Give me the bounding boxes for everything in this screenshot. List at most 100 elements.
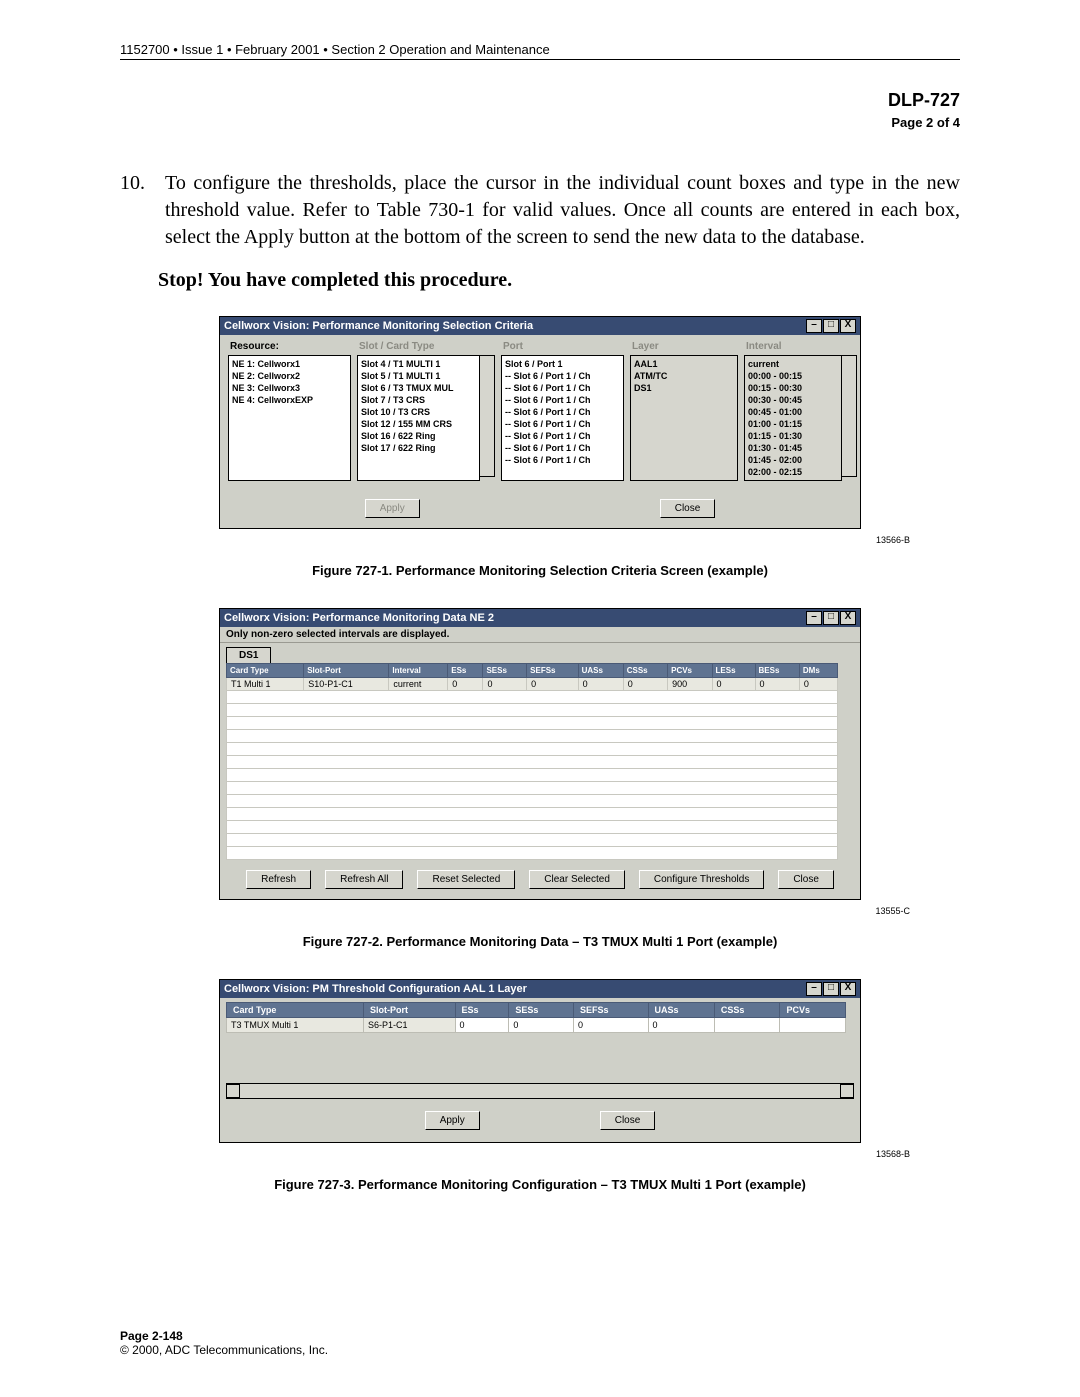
list-item[interactable]: -- Slot 6 / Port 1 / Ch [505, 382, 620, 394]
list-item[interactable]: ATM/TC [634, 370, 734, 382]
list-item[interactable]: AAL1 [634, 358, 734, 370]
minimize-icon[interactable]: – [806, 319, 822, 333]
maximize-icon[interactable]: □ [823, 319, 839, 333]
list-item[interactable]: Slot 16 / 622 Ring [361, 430, 476, 442]
close-button[interactable]: Close [660, 499, 716, 518]
stop-text: Stop! You have completed this procedure. [158, 269, 960, 292]
interval-label: Interval [744, 341, 857, 355]
table-row[interactable]: T1 Multi 1S10-P1-C1current 000 00900 000 [227, 678, 838, 691]
close-icon[interactable]: X [840, 611, 856, 625]
list-item[interactable]: Slot 7 / T3 CRS [361, 394, 476, 406]
close-button[interactable]: Close [778, 870, 834, 889]
minimize-icon[interactable]: – [806, 982, 822, 996]
slot-label: Slot / Card Type [357, 341, 495, 355]
list-item[interactable]: -- Slot 6 / Port 1 / Ch [505, 454, 620, 466]
pm-data-table: Card Type Slot-Port Interval ESs SESs SE… [226, 663, 838, 860]
table-row [227, 743, 838, 756]
table-row [227, 795, 838, 808]
col-header: SESs [483, 664, 527, 678]
refresh-all-button[interactable]: Refresh All [325, 870, 403, 889]
h-scrollbar[interactable] [226, 1083, 854, 1099]
clear-selected-button[interactable]: Clear Selected [529, 870, 625, 889]
figure-id: 13555-C [120, 906, 910, 916]
configure-thresholds-button[interactable]: Configure Thresholds [639, 870, 764, 889]
close-button[interactable]: Close [600, 1111, 656, 1130]
col-header: Card Type [227, 1003, 364, 1018]
list-item[interactable]: current [748, 358, 838, 370]
col-header: SEFSs [527, 664, 578, 678]
list-item[interactable]: Slot 5 / T1 MULTI 1 [361, 370, 476, 382]
list-item[interactable]: 01:00 - 01:15 [748, 418, 838, 430]
port-label: Port [501, 341, 624, 355]
list-item[interactable]: 00:00 - 00:15 [748, 370, 838, 382]
interval-list[interactable]: current 00:00 - 00:15 00:15 - 00:30 00:3… [744, 355, 842, 481]
figure-caption: Figure 727-3. Performance Monitoring Con… [120, 1177, 960, 1192]
list-item[interactable]: 02:00 - 02:15 [748, 466, 838, 478]
table-row [227, 717, 838, 730]
list-item[interactable]: NE 4: CellworxEXP [232, 394, 347, 406]
page-indicator: Page 2 of 4 [120, 115, 960, 130]
apply-button[interactable]: Apply [425, 1111, 480, 1130]
list-item[interactable]: DS1 [634, 382, 734, 394]
list-item[interactable]: -- Slot 6 / Port 1 / Ch [505, 406, 620, 418]
col-header: PCVs [668, 664, 712, 678]
list-item[interactable]: 01:45 - 02:00 [748, 454, 838, 466]
list-item[interactable]: Slot 10 / T3 CRS [361, 406, 476, 418]
list-item[interactable]: -- Slot 6 / Port 1 / Ch [505, 394, 620, 406]
col-header: CSSs [623, 664, 667, 678]
list-item[interactable]: -- Slot 6 / Port 1 / Ch [505, 430, 620, 442]
list-item[interactable]: 00:45 - 01:00 [748, 406, 838, 418]
list-item[interactable]: NE 1: Cellworx1 [232, 358, 347, 370]
list-item[interactable]: Slot 12 / 155 MM CRS [361, 418, 476, 430]
dlp-heading: DLP-727 [120, 90, 960, 111]
table-row [227, 782, 838, 795]
col-header: ESs [448, 664, 483, 678]
col-header: SEFSs [574, 1003, 648, 1018]
step-number: 10. [120, 170, 145, 251]
maximize-icon[interactable]: □ [823, 982, 839, 996]
list-item[interactable]: NE 3: Cellworx3 [232, 382, 347, 394]
list-item[interactable]: -- Slot 6 / Port 1 / Ch [505, 418, 620, 430]
figure-caption: Figure 727-1. Performance Monitoring Sel… [120, 563, 960, 578]
pm-selection-dialog: Cellworx Vision: Performance Monitoring … [219, 316, 861, 529]
table-row [227, 756, 838, 769]
close-icon[interactable]: X [840, 319, 856, 333]
resource-list[interactable]: NE 1: Cellworx1 NE 2: Cellworx2 NE 3: Ce… [228, 355, 351, 481]
apply-button[interactable]: Apply [365, 499, 420, 518]
refresh-button[interactable]: Refresh [246, 870, 311, 889]
table-row [227, 769, 838, 782]
close-icon[interactable]: X [840, 982, 856, 996]
dialog-title: Cellworx Vision: Performance Monitoring … [224, 612, 494, 624]
list-item[interactable]: 01:30 - 01:45 [748, 442, 838, 454]
reset-selected-button[interactable]: Reset Selected [417, 870, 515, 889]
col-header: Slot-Port [364, 1003, 456, 1018]
maximize-icon[interactable]: □ [823, 611, 839, 625]
list-item[interactable]: 01:15 - 01:30 [748, 430, 838, 442]
port-list[interactable]: Slot 6 / Port 1 -- Slot 6 / Port 1 / Ch … [501, 355, 624, 481]
list-item[interactable]: -- Slot 6 / Port 1 / Ch [505, 370, 620, 382]
list-item[interactable]: -- Slot 6 / Port 1 / Ch [505, 442, 620, 454]
scrollbar[interactable] [480, 355, 495, 477]
col-header: UASs [648, 1003, 714, 1018]
tab-ds1[interactable]: DS1 [226, 647, 271, 663]
col-header: DMs [799, 664, 837, 678]
list-item[interactable]: Slot 6 / Port 1 [505, 358, 620, 370]
resource-label: Resource: [228, 341, 351, 355]
list-item[interactable]: 00:30 - 00:45 [748, 394, 838, 406]
scrollbar[interactable] [842, 355, 857, 477]
slot-list[interactable]: Slot 4 / T1 MULTI 1 Slot 5 / T1 MULTI 1 … [357, 355, 480, 481]
list-item[interactable]: Slot 17 / 622 Ring [361, 442, 476, 454]
dialog-title: Cellworx Vision: PM Threshold Configurat… [224, 983, 527, 995]
list-item[interactable]: Slot 6 / T3 TMUX MUL [361, 382, 476, 394]
table-row [227, 821, 838, 834]
figure-id: 13568-B [120, 1149, 910, 1159]
threshold-table: Card Type Slot-Port ESs SESs SEFSs UASs … [226, 1002, 846, 1033]
table-row[interactable]: T3 TMUX Multi 1 S6-P1-C1 0 0 0 0 [227, 1018, 846, 1033]
info-text: Only non-zero selected intervals are dis… [220, 627, 860, 643]
list-item[interactable]: 00:15 - 00:30 [748, 382, 838, 394]
layer-list[interactable]: AAL1 ATM/TC DS1 [630, 355, 738, 481]
list-item[interactable]: Slot 4 / T1 MULTI 1 [361, 358, 476, 370]
col-header: BESs [755, 664, 799, 678]
list-item[interactable]: NE 2: Cellworx2 [232, 370, 347, 382]
minimize-icon[interactable]: – [806, 611, 822, 625]
